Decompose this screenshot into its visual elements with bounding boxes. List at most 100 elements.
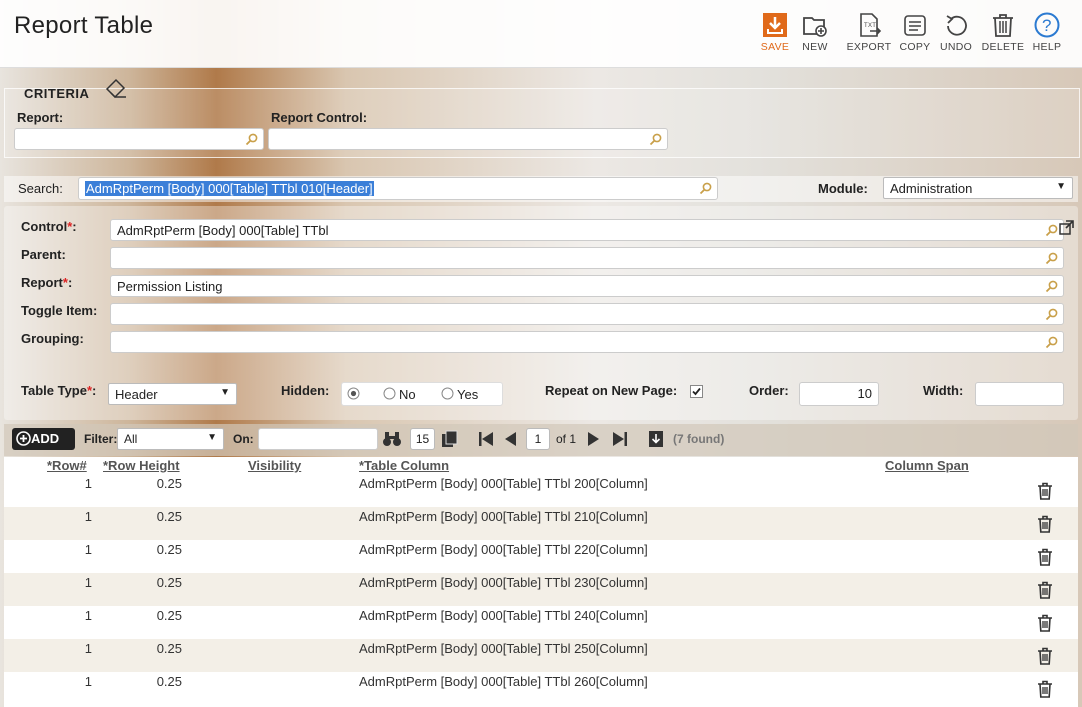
trash-icon[interactable] — [1037, 647, 1053, 665]
page-size-input[interactable]: 15 — [410, 428, 435, 450]
table-row[interactable]: 1 0.25 AdmRptPerm [Body] 000[Table] TTbl 2… — [4, 672, 1078, 705]
table-type-value: Header — [115, 387, 158, 402]
save-icon — [763, 13, 787, 37]
col-header-row[interactable]: *Row# — [47, 458, 87, 473]
report-input[interactable]: Permission Listing — [110, 275, 1064, 297]
delete-button[interactable]: DELETE — [978, 12, 1028, 53]
col-header-visibility[interactable]: Visibility — [248, 458, 301, 473]
help-button[interactable]: ? HELP — [1022, 12, 1072, 53]
export-button[interactable]: TXT EXPORT — [844, 12, 894, 53]
module-select[interactable]: Administration ▼ — [883, 177, 1073, 199]
trash-icon[interactable] — [1037, 548, 1053, 566]
control-label: Control*: — [21, 219, 77, 234]
label-colon: : — [72, 219, 77, 234]
table-row[interactable]: 1 0.25 AdmRptPerm [Body] 000[Table] TTbl 2… — [4, 507, 1078, 540]
table-row[interactable]: 1 0.25 AdmRptPerm [Body] 000[Table] TTbl 2… — [4, 639, 1078, 672]
col-header-table-column[interactable]: *Table Column — [359, 458, 449, 473]
cell-row-height: 0.25 — [156, 542, 182, 557]
page-count: of 1 — [556, 432, 577, 446]
trash-icon[interactable] — [1037, 482, 1053, 500]
chevron-down-icon: ▼ — [1056, 181, 1066, 192]
page-size-value: 15 — [415, 432, 430, 446]
parent-input[interactable] — [110, 247, 1064, 269]
cell-table-column: AdmRptPerm [Body] 000[Table] TTbl 240[Co… — [359, 608, 648, 623]
cell-row-height: 0.25 — [156, 509, 182, 524]
report-label: Report*: — [21, 275, 72, 290]
next-page-icon[interactable] — [587, 431, 601, 447]
criteria-control-input[interactable] — [268, 128, 668, 150]
search-icon[interactable] — [1045, 308, 1058, 321]
search-icon[interactable] — [1045, 280, 1058, 293]
search-icon[interactable] — [1045, 252, 1058, 265]
repeat-checkbox[interactable] — [690, 385, 703, 398]
width-input[interactable] — [975, 382, 1064, 406]
delete-label: DELETE — [981, 41, 1025, 53]
search-icon[interactable] — [245, 133, 258, 146]
open-external-icon[interactable] — [1059, 220, 1074, 235]
cell-row-height: 0.25 — [156, 476, 182, 491]
table-row[interactable]: 1 0.25 AdmRptPerm [Body] 000[Table] TTbl 2… — [4, 606, 1078, 639]
toggle-item-input[interactable] — [110, 303, 1064, 325]
table-type-select[interactable]: Header ▼ — [108, 383, 237, 405]
criteria-control-label: Report Control: — [271, 110, 368, 125]
table-type-label: Table Type*: — [21, 383, 96, 398]
binoculars-icon[interactable] — [382, 430, 402, 448]
hidden-radio-yes[interactable] — [441, 387, 454, 400]
add-button[interactable]: ADD — [12, 428, 75, 450]
svg-text:TXT: TXT — [864, 23, 876, 29]
search-icon[interactable] — [1045, 336, 1058, 349]
cell-row-number: 1 — [84, 509, 92, 524]
parent-label: Parent: — [21, 247, 66, 262]
cell-table-column: AdmRptPerm [Body] 000[Table] TTbl 210[Co… — [359, 509, 648, 524]
last-page-icon[interactable] — [612, 431, 628, 447]
module-value: Administration — [890, 181, 973, 196]
criteria-report-label: Report: — [17, 110, 64, 125]
filter-select[interactable]: All ▼ — [117, 428, 224, 450]
svg-text:?: ? — [1042, 16, 1052, 35]
criteria-report-input[interactable] — [14, 128, 264, 150]
control-input[interactable]: AdmRptPerm [Body] 000[Table] TTbl — [110, 219, 1064, 241]
trash-icon[interactable] — [1037, 680, 1053, 698]
hidden-no-label: No — [399, 387, 416, 402]
cell-row-number: 1 — [84, 575, 92, 590]
cell-row-height: 0.25 — [156, 641, 182, 656]
trash-icon[interactable] — [1037, 614, 1053, 632]
cell-row-number: 1 — [84, 542, 92, 557]
download-icon[interactable] — [648, 430, 664, 448]
search-icon[interactable] — [1045, 224, 1058, 237]
col-header-column-span[interactable]: Column Span — [885, 458, 969, 473]
hidden-radio-unset[interactable] — [347, 387, 360, 400]
eraser-icon[interactable] — [104, 77, 128, 99]
copy-pages-icon[interactable] — [441, 430, 459, 448]
hidden-yes-label: Yes — [457, 387, 479, 402]
search-icon[interactable] — [699, 182, 712, 195]
trash-icon[interactable] — [1037, 581, 1053, 599]
page-input[interactable]: 1 — [526, 428, 550, 450]
table-row[interactable]: 1 0.25 AdmRptPerm [Body] 000[Table] TTbl 2… — [4, 573, 1078, 606]
chevron-down-icon: ▼ — [207, 432, 217, 443]
grouping-label: Grouping: — [21, 331, 84, 346]
control-label-text: Control — [21, 219, 68, 234]
previous-page-icon[interactable] — [503, 431, 517, 447]
table-row[interactable]: 1 0.25 AdmRptPerm [Body] 000[Table] TTbl 2… — [4, 540, 1078, 573]
on-input[interactable] — [258, 428, 378, 450]
new-folder-icon — [803, 17, 827, 37]
first-page-icon[interactable] — [478, 431, 494, 447]
cell-table-column: AdmRptPerm [Body] 000[Table] TTbl 260[Co… — [359, 674, 648, 689]
search-value: AdmRptPerm [Body] 000[Table] TTbl 010[He… — [85, 181, 374, 196]
order-input[interactable]: 10 — [799, 382, 879, 406]
col-header-row-height[interactable]: *Row Height — [103, 458, 180, 473]
trash-icon[interactable] — [1037, 515, 1053, 533]
filter-value: All — [124, 432, 138, 446]
undo-button[interactable]: UNDO — [931, 12, 981, 53]
grouping-input[interactable] — [110, 331, 1064, 353]
search-input[interactable]: AdmRptPerm [Body] 000[Table] TTbl 010[He… — [78, 177, 718, 200]
search-icon[interactable] — [649, 133, 662, 146]
hidden-radio-no[interactable] — [383, 387, 396, 400]
table-row[interactable]: 1 0.25 AdmRptPerm [Body] 000[Table] TTbl 2… — [4, 474, 1078, 507]
found-count: (7 found) — [673, 432, 725, 446]
toggle-item-label: Toggle Item: — [21, 303, 98, 318]
help-icon: ? — [1034, 12, 1060, 38]
export-icon: TXT — [860, 13, 882, 37]
new-button[interactable]: NEW — [790, 12, 840, 53]
